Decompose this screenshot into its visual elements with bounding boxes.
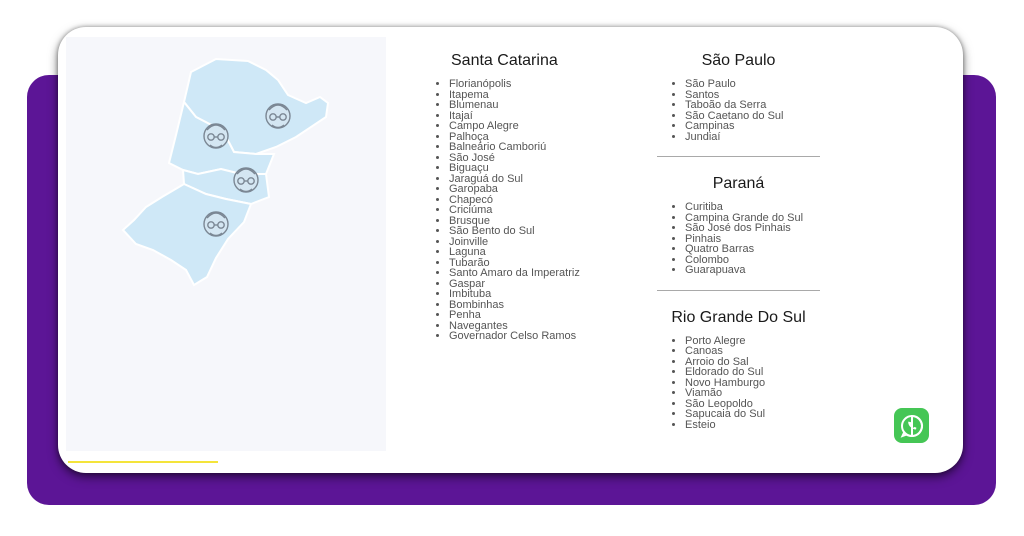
city-item: Penha [449, 310, 658, 321]
city-list: FlorianópolisItapemaBlumenauItajaíCampo … [428, 79, 658, 342]
divider [657, 156, 820, 157]
city-item: Viamão [685, 388, 820, 399]
city-item: Biguaçu [449, 163, 658, 174]
regions-card: Santa Catarina FlorianópolisItapemaBlume… [58, 27, 963, 473]
region-parana: Paraná CuritibaCampina Grande do SulSão … [657, 172, 820, 276]
city-item: Criciúma [449, 205, 658, 216]
city-item: Campinas [685, 121, 820, 132]
city-item: Esteio [685, 419, 820, 431]
city-item: Balneário Camboriú [449, 142, 658, 153]
map-panel [66, 37, 386, 451]
city-item: Governador Celso Ramos [449, 331, 658, 342]
regions-right-column: São Paulo São PauloSantosTaboão da Serra… [657, 49, 820, 430]
city-item: Imbituba [449, 289, 658, 300]
city-item: Garopaba [449, 184, 658, 195]
city-item: Eldorado do Sul [685, 367, 820, 378]
whatsapp-button[interactable] [894, 408, 929, 443]
city-list: CuritibaCampina Grande do SulSão José do… [657, 202, 820, 276]
city-item: São Paulo [685, 79, 820, 90]
city-item: Quatro Barras [685, 244, 820, 255]
region-title: Santa Catarina [451, 52, 558, 69]
city-item: Curitiba [685, 202, 820, 213]
city-item: Guarapuava [685, 265, 820, 276]
whatsapp-icon [900, 414, 923, 438]
city-item: Sapucaia do Sul [685, 409, 820, 420]
city-list: São PauloSantosTaboão da SerraSão Caetan… [657, 79, 820, 142]
face-icon [203, 123, 229, 149]
city-item: Canoas [685, 346, 820, 357]
accent-line [68, 461, 218, 463]
region-rio-grande-do-sul: Rio Grande Do Sul Porto AlegreCanoasArro… [657, 306, 820, 431]
city-item: Jundiaí [685, 131, 820, 143]
city-item: Blumenau [449, 100, 658, 111]
city-list: Porto AlegreCanoasArroio do SalEldorado … [657, 335, 820, 431]
region-title: Rio Grande Do Sul [671, 308, 806, 326]
face-icon [265, 103, 291, 129]
region-sao-paulo: São Paulo São PauloSantosTaboão da Serra… [657, 49, 820, 142]
city-item: Laguna [449, 247, 658, 258]
city-item: Taboão da Serra [685, 100, 820, 111]
map-state-rio-grande-do-sul [121, 182, 253, 287]
region-title: Paraná [712, 175, 765, 192]
divider [657, 289, 820, 291]
city-item: Santo Amaro da Imperatriz [449, 268, 658, 279]
region-santa-catarina: Santa Catarina FlorianópolisItapemaBlume… [428, 49, 658, 342]
city-item: São José dos Pinhais [685, 223, 820, 234]
region-title: São Paulo [701, 52, 776, 69]
city-item: São Bento do Sul [449, 226, 658, 237]
face-icon [203, 211, 229, 237]
south-brazil-map [121, 57, 330, 287]
face-icon [233, 167, 259, 193]
city-item: Campo Alegre [449, 121, 658, 132]
city-item: Florianópolis [449, 79, 658, 90]
